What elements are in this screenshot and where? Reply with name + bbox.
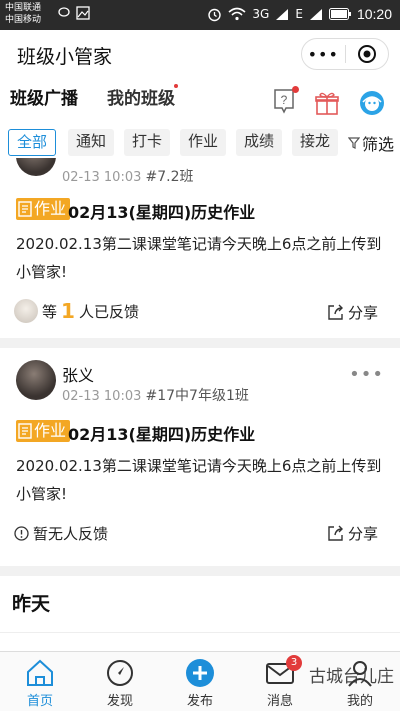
carrier-1: 中国联通 xyxy=(5,3,42,13)
post-time: 02-13 10:03 xyxy=(62,389,142,404)
capsule-menu: ••• xyxy=(301,38,389,70)
nav-label: 首页 xyxy=(26,694,53,709)
nav-messages[interactable]: 3 消息 xyxy=(240,652,320,711)
chip-notice[interactable]: 通知 xyxy=(68,129,115,156)
signal-icon-2 xyxy=(309,8,322,20)
homework-tag: 作业 xyxy=(16,420,71,442)
bottom-nav: 首页 发现 发布 3 消息 我的 古城台儿庄 xyxy=(0,651,400,711)
nav-label: 发现 xyxy=(106,694,133,709)
help-red-dot xyxy=(292,86,299,93)
wifi-icon xyxy=(228,7,246,21)
post-class: #17中7年级1班 xyxy=(145,388,249,404)
filter-chips: 全部 通知 打卡 作业 成绩 接龙 筛选 xyxy=(0,126,400,158)
nav-label: 发布 xyxy=(186,694,213,709)
plus-icon xyxy=(186,659,214,687)
target-icon xyxy=(357,45,376,63)
post-author[interactable]: 张义 xyxy=(62,362,94,386)
header-icons: ? xyxy=(272,86,386,118)
carrier-2: 中国移动 xyxy=(5,15,42,25)
image-icon xyxy=(76,6,90,20)
homework-tag: 作业 xyxy=(16,198,71,220)
avatar[interactable] xyxy=(16,360,56,400)
nav-label: 我的 xyxy=(346,694,373,709)
chip-all[interactable]: 全部 xyxy=(8,129,57,156)
tag-label: 作业 xyxy=(34,421,67,440)
chip-grades[interactable]: 成绩 xyxy=(236,129,283,156)
feed[interactable]: 02-13 10:03 #7.2班 作业 02月13(星期四)历史作业 2020… xyxy=(0,158,400,651)
share-icon xyxy=(328,525,343,541)
chip-checkin[interactable]: 打卡 xyxy=(124,129,171,156)
share-label: 分享 xyxy=(347,304,378,322)
carriers: 中国联通 中国移动 xyxy=(5,2,41,26)
title-bar: 班级小管家 ••• xyxy=(0,30,400,78)
avatar[interactable] xyxy=(16,158,56,176)
network-type-2: E xyxy=(295,7,303,21)
feedback-status[interactable]: 等 1 人已反馈 xyxy=(14,299,139,323)
compass-icon xyxy=(107,660,133,686)
funnel-icon xyxy=(347,137,360,149)
more-menu-button[interactable]: ••• xyxy=(302,45,345,64)
chip-homework[interactable]: 作业 xyxy=(180,129,227,156)
filter-button[interactable]: 筛选 xyxy=(347,131,394,155)
divider xyxy=(0,632,400,633)
nav-home[interactable]: 首页 xyxy=(0,652,80,711)
watermark: 古城台儿庄 xyxy=(309,667,394,687)
filter-label: 筛选 xyxy=(361,135,394,154)
document-icon xyxy=(18,201,32,217)
post-meta: 02-13 10:03 #17中7年级1班 xyxy=(62,385,249,405)
feedback-suffix: 人已反馈 xyxy=(78,302,139,321)
info-icon xyxy=(14,526,29,541)
post-time: 02-13 10:03 xyxy=(62,170,142,185)
post-class: #7.2班 xyxy=(145,169,194,185)
feedback-count: 1 xyxy=(61,299,75,323)
chip-relay[interactable]: 接龙 xyxy=(292,129,339,156)
customer-service-icon[interactable] xyxy=(358,89,386,117)
post-card[interactable]: 02-13 10:03 #7.2班 作业 02月13(星期四)历史作业 2020… xyxy=(0,158,400,338)
nav-discover[interactable]: 发现 xyxy=(80,652,160,711)
post-title: 02月13(星期四)历史作业 xyxy=(68,425,256,444)
tag-label: 作业 xyxy=(34,199,67,218)
document-icon xyxy=(18,423,32,439)
feedback-avatar xyxy=(14,299,38,323)
main-tabs: 班级广播 我的班级 ? xyxy=(0,78,400,126)
section-yesterday: 昨天 xyxy=(12,593,51,615)
more-options-icon[interactable]: ••• xyxy=(349,364,384,385)
unread-badge: 3 xyxy=(286,655,302,671)
tab-red-dot xyxy=(174,84,178,88)
network-type-1: 3G xyxy=(252,7,270,21)
share-icon xyxy=(328,304,343,320)
section-header: 昨天 xyxy=(0,576,400,651)
feedback-prefix: 等 xyxy=(42,302,58,321)
share-label: 分享 xyxy=(347,525,378,543)
wechat-icon xyxy=(58,7,70,17)
post-meta: 02-13 10:03 #7.2班 xyxy=(62,166,194,186)
status-bar: 中国联通 中国移动 3G E 10:20 xyxy=(0,0,400,30)
feedback-status[interactable]: 暂无人反馈 xyxy=(14,523,108,544)
tab-class-broadcast[interactable]: 班级广播 xyxy=(10,84,78,109)
svg-text:?: ? xyxy=(281,93,288,107)
gift-icon[interactable] xyxy=(314,90,340,116)
alarm-icon xyxy=(208,8,222,21)
share-button[interactable]: 分享 xyxy=(327,302,378,323)
post-title: 02月13(星期四)历史作业 xyxy=(68,203,256,222)
help-button[interactable]: ? xyxy=(272,86,299,118)
tab-my-class[interactable]: 我的班级 xyxy=(107,84,175,109)
share-button[interactable]: 分享 xyxy=(327,523,378,544)
status-right: 3G E 10:20 xyxy=(207,6,392,22)
home-icon xyxy=(27,659,53,686)
post-body: 2020.02.13第二课课堂笔记请今天晚上6点之前上传到小管家! xyxy=(16,235,382,281)
clock: 10:20 xyxy=(356,6,392,22)
post-card[interactable]: 张义 02-13 10:03 #17中7年级1班 ••• 作业 02月13(星期… xyxy=(0,348,400,566)
signal-icon-1 xyxy=(276,8,289,20)
close-miniprogram-button[interactable] xyxy=(345,44,388,64)
battery-icon xyxy=(328,8,351,20)
post-body: 2020.02.13第二课课堂笔记请今天晚上6点之前上传到小管家! xyxy=(16,457,382,503)
nav-publish[interactable]: 发布 xyxy=(160,652,240,711)
feedback-text: 暂无人反馈 xyxy=(33,525,109,543)
nav-label: 消息 xyxy=(266,694,293,709)
app-title: 班级小管家 xyxy=(17,46,113,68)
